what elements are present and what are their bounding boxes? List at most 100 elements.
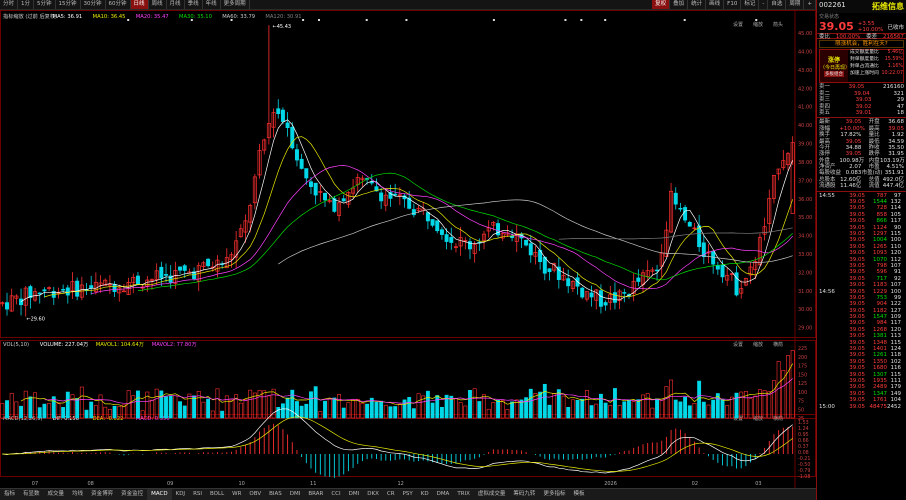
volume-bar [323,400,327,419]
period-tab[interactable]: 年线 [203,0,221,9]
tick-row: 15:00 39.05 48475 2452 [817,404,906,410]
event-marker[interactable] [405,19,408,21]
ai-hint-link[interactable]: 限涨机会，胜利在天? [819,40,904,49]
indicator-tab[interactable]: 资金博弈 [87,489,117,500]
volume-bar [304,403,309,419]
event-marker[interactable] [318,19,320,21]
indicator-tab[interactable]: BOLL [206,489,228,500]
indicator-tab[interactable]: KD [417,489,433,500]
period-tab[interactable]: 30分钟 [81,0,106,9]
volume-bar [458,402,463,419]
indicator-tab[interactable]: BIAS [265,489,286,500]
period-tab[interactable]: 分时 [0,0,19,9]
event-marker[interactable] [127,19,130,21]
indicator-tab[interactable]: OBV [245,489,265,500]
event-marker[interactable] [755,19,758,21]
tool-button[interactable]: 统计 [688,0,707,9]
volume-bar [547,404,552,419]
volume-bar [206,398,211,419]
indicator-tab[interactable]: 虚拟成交量 [474,489,510,500]
tool-button[interactable]: 复权 [652,0,671,9]
volume-bar [243,399,248,419]
volume-bar [594,403,599,419]
event-marker[interactable] [190,19,193,21]
period-tab[interactable]: 1分 [18,0,35,9]
panel-tool[interactable]: 缩放 [753,21,763,28]
indicator-tab[interactable]: RSI [189,489,206,500]
indicator-tab[interactable]: 更多指标 [539,489,569,500]
period-tab[interactable]: 日线 [130,0,149,9]
indicator-tab[interactable]: DMI [286,489,305,500]
panel-tool[interactable]: 横箭 [773,341,783,348]
event-marker[interactable] [492,19,495,21]
period-tab[interactable]: 5分钟 [34,0,56,9]
indicator-tab[interactable]: MACD [147,489,172,500]
volume-bar [608,405,613,419]
indicator-tab[interactable]: CCI [327,489,344,500]
panel-tool[interactable]: 箭头 [773,21,783,28]
volume-bar [528,388,533,419]
event-marker[interactable] [683,19,686,21]
period-tab[interactable]: 15分钟 [56,0,81,9]
panel-tool[interactable]: 设置 [733,341,743,348]
candle-body [19,298,24,306]
period-tab[interactable]: 更多周期 [221,0,250,9]
event-marker[interactable] [365,19,368,21]
tool-button[interactable]: F10 [724,0,742,9]
volume-bar [220,410,225,419]
event-marker[interactable] [564,19,567,21]
candle-body [379,192,384,202]
date-axis-label: 07 [32,481,38,487]
candle-body [393,193,398,196]
volume-bar [505,409,510,419]
indicator-tab[interactable]: DMI [345,489,364,500]
volume-bar [496,399,500,419]
indicator-tab[interactable]: 指标 [0,489,19,500]
tool-button[interactable]: - [759,0,769,9]
indicator-tab[interactable]: 有显数 [19,489,44,500]
volume-bar [697,380,702,419]
panel-tool[interactable]: 设置 [733,21,743,28]
indicator-tab[interactable]: KDJ [172,489,189,500]
date-axis-label: 02 [692,481,698,487]
indicator-tab[interactable]: WR [228,489,245,500]
event-marker[interactable] [604,19,607,21]
indicator-tab[interactable]: CR [383,489,399,500]
volume-bar [720,399,725,419]
banner-stat-row: 封单占流通比 1.16% [850,64,903,71]
macd-axis-label: -0.79 [798,468,810,474]
indicator-tab[interactable]: BRAR [304,489,327,500]
kline-chart-area[interactable]: 45.00 44.00 43.00 42.00 41.00 40.00 39.00 38.00… [0,10,816,488]
period-tab[interactable]: 季线 [185,0,203,9]
indicator-tab[interactable]: TRIX [453,489,474,500]
tool-button[interactable]: 画线 [706,0,725,9]
indicator-tab[interactable]: 均线 [68,489,87,500]
tool-button[interactable]: + [804,0,816,9]
tool-button[interactable]: 标记 [741,0,760,9]
indicator-tab[interactable]: PSY [399,489,417,500]
tick-list[interactable]: 14:55 39.05 787 97 39.05 1544 132 39.05 728 114 39… [817,193,906,410]
event-marker[interactable] [302,19,305,21]
indicator-tab[interactable]: 资金监控 [117,489,147,500]
period-tab[interactable]: 60分钟 [106,0,131,9]
quote-panel: 002261 拓维信息 交易状态 39.05 +3.55 +10.00% 已收市… [816,0,906,500]
indicator-tab[interactable]: 成交量 [44,489,69,500]
candle-body [528,243,533,256]
period-tab[interactable]: 周线 [149,0,167,9]
tool-button[interactable]: 自选 [768,0,787,9]
indicator-tab[interactable]: 筹码九转 [509,489,539,500]
event-marker[interactable] [580,19,583,21]
indicator-tab[interactable]: DMA [433,489,454,500]
volume-bar [772,380,776,419]
indicator-tab[interactable]: DKX [363,489,383,500]
event-marker[interactable] [230,19,233,21]
candle-body [622,292,627,294]
tool-button[interactable]: 周期 [786,0,805,9]
period-tab[interactable]: 月线 [167,0,185,9]
panel-tool[interactable]: 缩放 [753,341,763,348]
tool-button[interactable]: 叠加 [670,0,689,9]
candle-body [547,268,552,273]
indicator-tab[interactable]: 模板 [569,489,588,500]
volume-bar [327,398,332,419]
candle-body [673,192,678,205]
